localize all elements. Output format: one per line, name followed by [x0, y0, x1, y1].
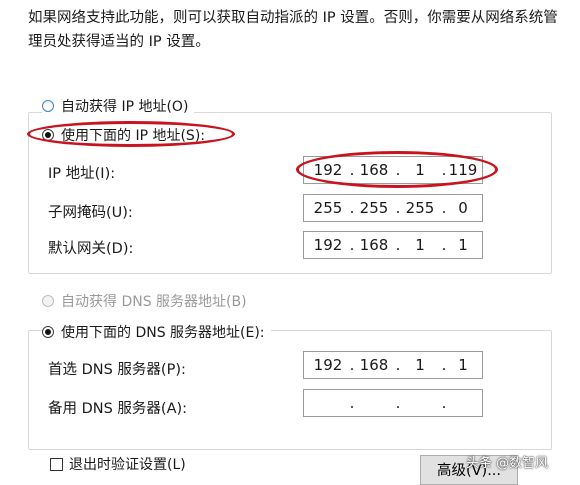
default-gateway-label: 默认网关(D): — [48, 241, 134, 257]
dns1-octet-4: 1 — [458, 356, 468, 374]
manual-dns-radio[interactable] — [42, 326, 54, 338]
mask-octet-2: 255 — [359, 199, 389, 217]
ip-dot: . — [395, 394, 401, 412]
dns1-octet-2: 168 — [359, 356, 389, 374]
auto-ip-option[interactable]: 自动获得 IP 地址(O) — [42, 96, 195, 116]
gateway-octet-2: 168 — [359, 236, 389, 254]
auto-dns-radio[interactable] — [42, 295, 54, 307]
annotation-ellipse-ip-address — [296, 151, 498, 188]
subnet-mask-label: 子网掩码(U): — [48, 205, 133, 221]
auto-ip-radio[interactable] — [42, 100, 54, 112]
watermark: 头条 @数智风 — [466, 456, 549, 471]
gateway-octet-3: 1 — [415, 236, 425, 254]
ip-address-label: IP 地址(I): — [48, 166, 116, 182]
alternate-dns-input[interactable]: . . . — [303, 389, 483, 417]
preferred-dns-input[interactable]: 192 . 168 . 1 . 1 — [303, 351, 483, 379]
mask-octet-3: 255 — [405, 199, 435, 217]
mask-octet-1: 255 — [313, 199, 343, 217]
dns1-octet-3: 1 — [415, 356, 425, 374]
validate-on-exit-label: 退出时验证设置(L) — [69, 457, 186, 473]
annotation-ellipse-manual-ip — [27, 121, 235, 147]
gateway-octet-1: 192 — [313, 236, 343, 254]
alternate-dns-label: 备用 DNS 服务器(A): — [48, 401, 188, 417]
validate-on-exit-checkbox[interactable] — [50, 457, 63, 471]
mask-octet-4: 0 — [458, 199, 468, 217]
ip-dot: . — [349, 394, 355, 412]
auto-dns-option[interactable]: 自动获得 DNS 服务器地址(B) — [42, 291, 253, 311]
preferred-dns-label: 首选 DNS 服务器(P): — [48, 362, 186, 378]
auto-ip-label: 自动获得 IP 地址(O) — [61, 99, 189, 115]
manual-dns-label: 使用下面的 DNS 服务器地址(E): — [61, 325, 265, 341]
validate-on-exit-option[interactable]: 退出时验证设置(L) — [50, 454, 186, 474]
auto-dns-label: 自动获得 DNS 服务器地址(B) — [61, 294, 247, 310]
gateway-octet-4: 1 — [458, 236, 468, 254]
intro-text: 如果网络支持此功能，则可以获取自动指派的 IP 设置。否则，你需要从网络系统管理… — [28, 10, 558, 50]
dns1-octet-1: 192 — [313, 356, 343, 374]
subnet-mask-input[interactable]: 255 . 255 . 255 . 0 — [303, 194, 483, 222]
ip-dot: . — [441, 394, 447, 412]
manual-dns-option[interactable]: 使用下面的 DNS 服务器地址(E): — [42, 322, 271, 342]
default-gateway-input[interactable]: 192 . 168 . 1 . 1 — [303, 231, 483, 259]
